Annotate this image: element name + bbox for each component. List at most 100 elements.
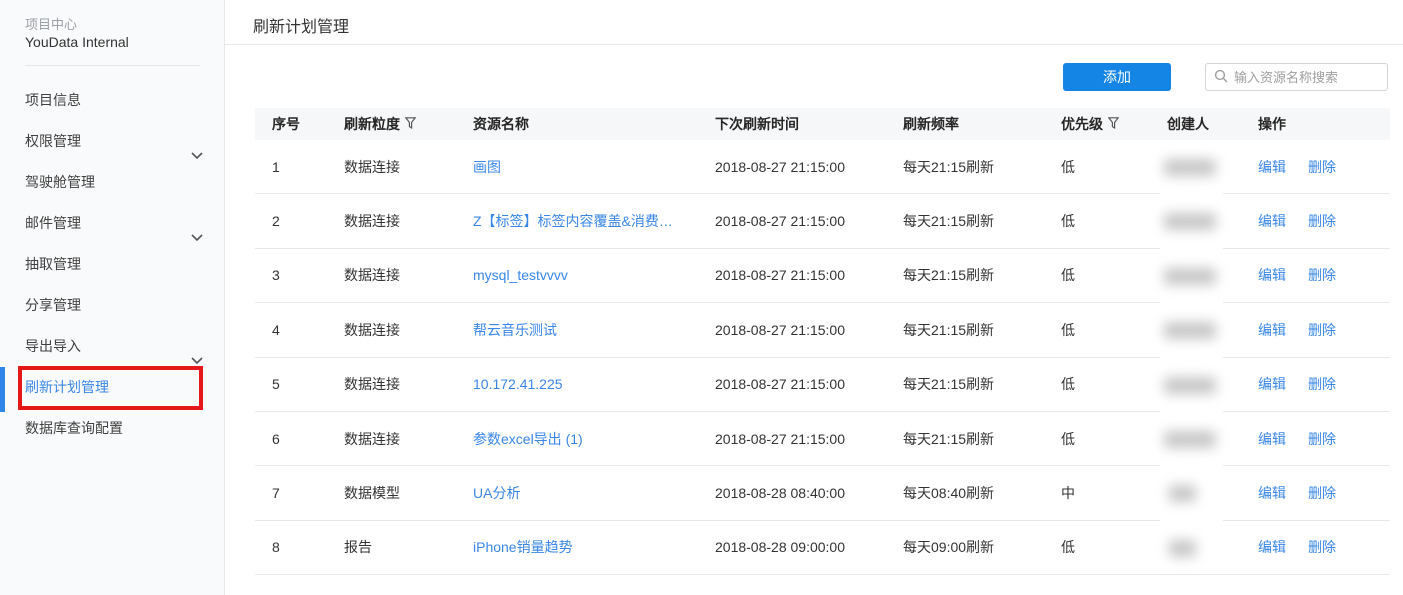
col-header-granularity[interactable]: 刷新粒度 — [344, 114, 473, 134]
col-header-resource[interactable]: 资源名称 — [473, 114, 715, 134]
delete-link[interactable]: 删除 — [1308, 267, 1336, 283]
delete-link[interactable]: 删除 — [1308, 213, 1336, 229]
col-label: 资源名称 — [473, 116, 529, 132]
col-label: 刷新频率 — [903, 116, 959, 132]
row-next-refresh: 2018-08-27 21:15:00 — [715, 267, 845, 284]
row-next-refresh: 2018-08-28 09:00:00 — [715, 539, 845, 556]
row-frequency: 每天21:15刷新 — [903, 158, 995, 175]
row-index: 2 — [272, 213, 280, 230]
col-header-frequency[interactable]: 刷新频率 — [903, 114, 1061, 134]
redacted-creator — [1164, 377, 1216, 394]
row-index: 6 — [272, 430, 280, 447]
row-priority: 中 — [1061, 485, 1075, 502]
search-icon — [1214, 69, 1228, 86]
filter-funnel-icon[interactable] — [404, 116, 417, 132]
edit-link[interactable]: 编辑 — [1258, 322, 1286, 338]
sidebar-item-refresh-plan-mgmt[interactable]: 刷新计划管理 — [0, 367, 225, 408]
col-label: 下次刷新时间 — [715, 116, 799, 132]
sidebar-item-project-info[interactable]: 项目信息 — [0, 80, 225, 121]
sidebar-item-db-query-config[interactable]: 数据库查询配置 — [0, 408, 225, 449]
row-index: 5 — [272, 376, 280, 393]
redacted-creator — [1169, 485, 1196, 502]
row-priority: 低 — [1061, 158, 1075, 175]
edit-link[interactable]: 编辑 — [1258, 485, 1286, 501]
resource-link[interactable]: 参数excel导出 (1) — [473, 431, 583, 447]
row-granularity: 数据模型 — [344, 485, 400, 502]
resource-link[interactable]: 帮云音乐测试 — [473, 322, 557, 338]
sidebar-item-label: 导出导入 — [25, 338, 81, 354]
resource-link[interactable]: Z【标签】标签内容覆盖&消费… — [473, 213, 673, 229]
sidebar-item-cockpit-mgmt[interactable]: 驾驶舱管理 — [0, 162, 225, 203]
search-box[interactable] — [1205, 63, 1403, 91]
resource-link[interactable]: 画图 — [473, 159, 501, 175]
row-priority: 低 — [1061, 539, 1075, 556]
row-next-refresh: 2018-08-27 21:15:00 — [715, 213, 845, 230]
row-index: 7 — [272, 485, 280, 502]
delete-link[interactable]: 删除 — [1308, 376, 1336, 392]
row-frequency: 每天21:15刷新 — [903, 430, 995, 447]
redacted-creator — [1164, 159, 1216, 176]
edit-link[interactable]: 编辑 — [1258, 159, 1286, 175]
row-priority: 低 — [1061, 267, 1075, 284]
col-header-priority[interactable]: 优先级 — [1061, 114, 1167, 134]
row-index: 3 — [272, 267, 280, 284]
delete-link[interactable]: 删除 — [1308, 485, 1336, 501]
edit-link[interactable]: 编辑 — [1258, 431, 1286, 447]
delete-link[interactable]: 删除 — [1308, 431, 1336, 447]
col-label: 刷新粒度 — [344, 116, 400, 132]
sidebar-menu: 项目信息 权限管理 驾驶舱管理 邮件管理 抽取管理 分享管理 导出导入 刷新计划… — [0, 80, 225, 449]
sidebar-item-permission-mgmt[interactable]: 权限管理 — [0, 121, 225, 162]
col-label: 优先级 — [1061, 116, 1103, 132]
row-next-refresh: 2018-08-27 21:15:00 — [715, 430, 845, 447]
row-granularity: 数据连接 — [344, 430, 400, 447]
resource-link[interactable]: mysql_testvvvv — [473, 267, 568, 283]
project-center-label: 项目中心 — [25, 17, 78, 32]
row-granularity: 报告 — [344, 539, 372, 556]
redacted-creator — [1164, 213, 1216, 230]
resource-link[interactable]: iPhone销量趋势 — [473, 539, 573, 555]
col-label: 创建人 — [1167, 116, 1209, 132]
sidebar-item-export-import[interactable]: 导出导入 — [0, 326, 225, 367]
row-granularity: 数据连接 — [344, 267, 400, 284]
row-frequency: 每天09:00刷新 — [903, 539, 995, 556]
row-index: 1 — [272, 158, 280, 175]
search-input[interactable] — [1234, 69, 1403, 85]
row-next-refresh: 2018-08-28 08:40:00 — [715, 485, 845, 502]
delete-link[interactable]: 删除 — [1308, 539, 1336, 555]
sidebar-divider — [25, 65, 200, 66]
redacted-creator — [1164, 431, 1216, 448]
edit-link[interactable]: 编辑 — [1258, 376, 1286, 392]
col-header-creator[interactable]: 创建人 — [1167, 114, 1258, 134]
sidebar-item-label: 邮件管理 — [25, 215, 81, 231]
delete-link[interactable]: 删除 — [1308, 322, 1336, 338]
row-frequency: 每天21:15刷新 — [903, 267, 995, 284]
row-priority: 低 — [1061, 430, 1075, 447]
sidebar-item-share-mgmt[interactable]: 分享管理 — [0, 285, 225, 326]
sidebar-item-mail-mgmt[interactable]: 邮件管理 — [0, 203, 225, 244]
row-priority: 低 — [1061, 213, 1075, 230]
row-next-refresh: 2018-08-27 21:15:00 — [715, 158, 845, 175]
redacted-creator — [1169, 540, 1196, 557]
col-label: 操作 — [1258, 116, 1286, 132]
col-header-index[interactable]: 序号 — [255, 114, 344, 134]
refresh-plan-table: 序号 刷新粒度 资源名称 下次刷新时间 刷新频率 优先级 创建人 操作 1 数据… — [255, 108, 1390, 576]
row-priority: 低 — [1061, 376, 1075, 393]
resource-link[interactable]: UA分析 — [473, 485, 520, 501]
filter-funnel-icon[interactable] — [1107, 116, 1120, 132]
col-header-next-refresh[interactable]: 下次刷新时间 — [715, 114, 903, 134]
row-granularity: 数据连接 — [344, 213, 400, 230]
main-content: 刷新计划管理 添加 序号 刷新粒度 资源名称 下次刷新时间 刷新频率 优先级 — [225, 0, 1403, 595]
row-next-refresh: 2018-08-27 21:15:00 — [715, 376, 845, 393]
sidebar: 项目中心 YouData Internal 项目信息 权限管理 驾驶舱管理 邮件… — [0, 0, 225, 595]
add-button[interactable]: 添加 — [1063, 63, 1171, 91]
resource-link[interactable]: 10.172.41.225 — [473, 376, 563, 392]
redacted-creator — [1164, 268, 1216, 285]
delete-link[interactable]: 删除 — [1308, 159, 1336, 175]
page-title: 刷新计划管理 — [253, 19, 350, 36]
sidebar-item-extract-mgmt[interactable]: 抽取管理 — [0, 244, 225, 285]
edit-link[interactable]: 编辑 — [1258, 213, 1286, 229]
row-index: 8 — [272, 539, 280, 556]
edit-link[interactable]: 编辑 — [1258, 539, 1286, 555]
row-granularity: 数据连接 — [344, 158, 400, 175]
edit-link[interactable]: 编辑 — [1258, 267, 1286, 283]
